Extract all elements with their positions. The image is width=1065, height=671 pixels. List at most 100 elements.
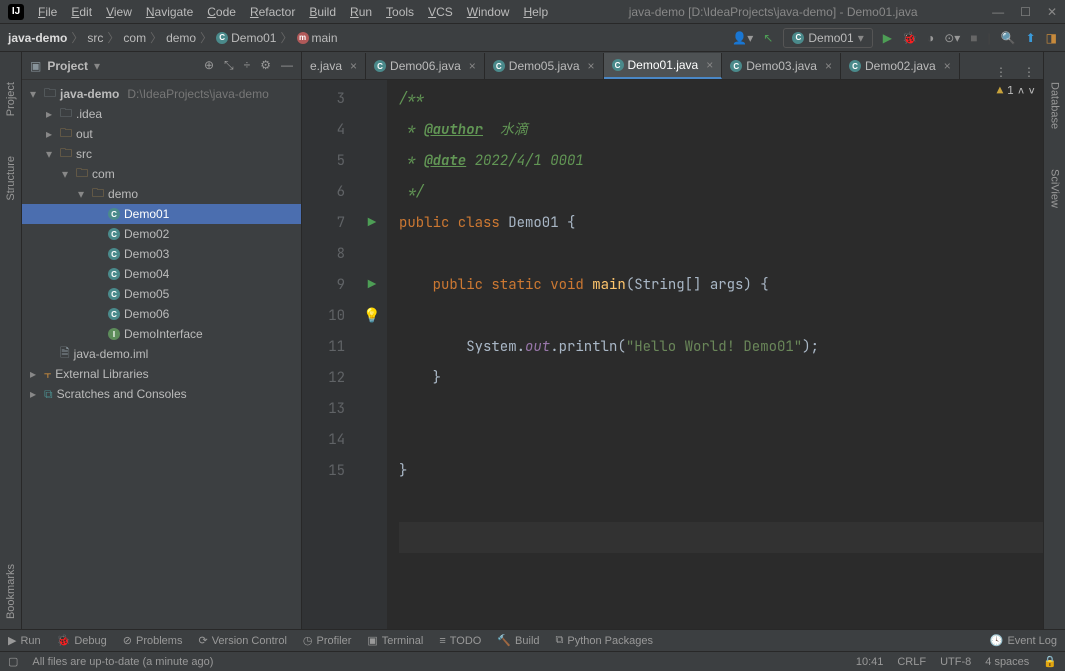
tree-demo03[interactable]: CDemo03: [22, 244, 301, 264]
tab-more-actions[interactable]: ⋮: [1015, 65, 1043, 79]
rail-database[interactable]: Database: [1049, 82, 1061, 129]
tree-demo[interactable]: ▾🗀demo: [22, 184, 301, 204]
bottom-tool-bar: ▶Run 🐞Debug ⊘Problems ⟳Version Control ◷Prof…: [0, 629, 1065, 651]
tool-todo[interactable]: ≡TODO: [439, 635, 481, 647]
tool-window-toggle-icon[interactable]: ▢: [8, 655, 18, 668]
select-opened-file-icon[interactable]: ⊕: [204, 58, 214, 73]
event-log[interactable]: 🕓 Event Log: [990, 634, 1057, 647]
run-configuration[interactable]: C Demo01 ▾: [783, 28, 872, 48]
rail-sciview[interactable]: SciView: [1049, 169, 1061, 208]
profile-button[interactable]: ⊙▾: [944, 31, 960, 45]
breadcrumb-src[interactable]: src: [87, 31, 103, 45]
update-icon[interactable]: ⬆: [1026, 31, 1036, 45]
rail-project[interactable]: Project: [5, 82, 17, 116]
menu-build[interactable]: Build: [303, 3, 342, 21]
user-icon[interactable]: 👤▾: [732, 31, 753, 45]
tab-demo03-java[interactable]: CDemo03.java×: [722, 53, 841, 79]
close-tab-icon[interactable]: ×: [588, 59, 595, 73]
debug-button[interactable]: 🐞: [902, 31, 917, 45]
menu-tools[interactable]: Tools: [380, 3, 420, 21]
collapse-all-icon[interactable]: ÷: [244, 58, 251, 73]
tree-.idea[interactable]: ▸🗀.idea: [22, 104, 301, 124]
status-eol[interactable]: CRLF: [897, 656, 926, 668]
code-body[interactable]: /** * @author 水滴 * @date 2022/4/1 0001 *…: [387, 80, 1043, 629]
maximize-button[interactable]: ☐: [1020, 5, 1031, 19]
menu-help[interactable]: Help: [517, 3, 554, 21]
tab-demo02-java[interactable]: CDemo02.java×: [841, 53, 960, 79]
menu-code[interactable]: Code: [201, 3, 242, 21]
tool-python-packages[interactable]: ⧉Python Packages: [556, 634, 653, 647]
intention-bulb-icon[interactable]: 💡: [363, 307, 380, 325]
close-tab-icon[interactable]: ×: [944, 59, 951, 73]
coverage-button[interactable]: ◑: [927, 31, 934, 45]
tree-scratches[interactable]: ▸⧉Scratches and Consoles: [22, 384, 301, 404]
tree-external-libs[interactable]: ▸⫟External Libraries: [22, 364, 301, 384]
tab-demo05-java[interactable]: CDemo05.java×: [485, 53, 604, 79]
tab-demo06-java[interactable]: CDemo06.java×: [366, 53, 485, 79]
hide-button[interactable]: —: [281, 58, 293, 73]
class-icon: C: [792, 32, 804, 44]
run-button[interactable]: ▶: [883, 31, 892, 45]
close-tab-icon[interactable]: ×: [706, 58, 713, 72]
close-button[interactable]: ✕: [1047, 5, 1057, 19]
tree-demo06[interactable]: CDemo06: [22, 304, 301, 324]
tree-demointerface[interactable]: IDemoInterface: [22, 324, 301, 344]
tree-demo05[interactable]: CDemo05: [22, 284, 301, 304]
breadcrumb-main[interactable]: mmain: [297, 31, 338, 45]
menu-view[interactable]: View: [100, 3, 138, 21]
stop-button[interactable]: ■: [970, 31, 977, 45]
breadcrumb-java-demo[interactable]: java-demo: [8, 31, 67, 45]
status-encoding[interactable]: UTF-8: [940, 656, 971, 668]
lock-icon[interactable]: 🔒: [1043, 655, 1057, 668]
breadcrumb-demo01[interactable]: CDemo01: [216, 31, 276, 45]
tree-java-demo.iml[interactable]: 🗎java-demo.iml: [22, 344, 301, 364]
menu-file[interactable]: File: [32, 3, 63, 21]
tree-demo01[interactable]: CDemo01: [22, 204, 301, 224]
tool-build[interactable]: 🔨Build: [497, 634, 539, 647]
tool-profiler[interactable]: ◷Profiler: [303, 634, 351, 647]
tree-demo02[interactable]: CDemo02: [22, 224, 301, 244]
tool-problems[interactable]: ⊘Problems: [123, 634, 183, 647]
project-header-label[interactable]: Project: [47, 59, 88, 73]
menu-navigate[interactable]: Navigate: [140, 3, 199, 21]
tool-version-control[interactable]: ⟳Version Control: [198, 634, 286, 647]
tab-list-dropdown[interactable]: ⋮: [987, 65, 1015, 79]
menu-run[interactable]: Run: [344, 3, 378, 21]
menu-window[interactable]: Window: [461, 3, 516, 21]
run-gutter-icon[interactable]: ▶: [368, 214, 376, 232]
rail-bookmarks[interactable]: Bookmarks: [5, 564, 17, 619]
breadcrumb-com[interactable]: com: [123, 31, 146, 45]
menu-vcs[interactable]: VCS: [422, 3, 459, 21]
ide-features-icon[interactable]: ◨: [1046, 31, 1057, 45]
tree-out[interactable]: ▸🗀out: [22, 124, 301, 144]
tool-run[interactable]: ▶Run: [8, 634, 41, 647]
search-icon[interactable]: 🔍: [1001, 31, 1016, 45]
tool-debug[interactable]: 🐞Debug: [57, 634, 107, 647]
rail-structure[interactable]: Structure: [5, 156, 17, 201]
tree-demo04[interactable]: CDemo04: [22, 264, 301, 284]
menu-edit[interactable]: Edit: [65, 3, 98, 21]
tree-com[interactable]: ▾🗀com: [22, 164, 301, 184]
breadcrumb-demo[interactable]: demo: [166, 31, 196, 45]
tab-e-java[interactable]: e.java×: [302, 53, 366, 79]
expand-all-icon[interactable]: ⤡: [224, 58, 234, 73]
tool-terminal[interactable]: ▣Terminal: [367, 634, 423, 647]
code-editor[interactable]: 3456789101112131415 ▶▶💡 /** * @author 水滴…: [302, 80, 1043, 629]
app-logo: IJ: [8, 4, 24, 20]
left-tool-rail: Project Structure Bookmarks: [0, 52, 22, 629]
editor-tab-bar: e.java×CDemo06.java×CDemo05.java×CDemo01…: [302, 52, 1043, 80]
tree-src[interactable]: ▾🗀src: [22, 144, 301, 164]
menu-refactor[interactable]: Refactor: [244, 3, 301, 21]
status-indent[interactable]: 4 spaces: [985, 656, 1029, 668]
tab-demo01-java[interactable]: CDemo01.java×: [604, 53, 723, 79]
build-hammer-icon[interactable]: ↖: [763, 31, 773, 45]
tree-root[interactable]: ▾🗀java-demoD:\IdeaProjects\java-demo: [22, 84, 301, 104]
close-tab-icon[interactable]: ×: [350, 59, 357, 73]
close-tab-icon[interactable]: ×: [825, 59, 832, 73]
project-tree[interactable]: ▾🗀java-demoD:\IdeaProjects\java-demo▸🗀.i…: [22, 80, 301, 629]
close-tab-icon[interactable]: ×: [469, 59, 476, 73]
class-icon: C: [849, 60, 861, 72]
settings-icon[interactable]: ⚙: [260, 58, 271, 73]
run-gutter-icon[interactable]: ▶: [368, 276, 376, 294]
minimize-button[interactable]: —: [992, 5, 1004, 19]
